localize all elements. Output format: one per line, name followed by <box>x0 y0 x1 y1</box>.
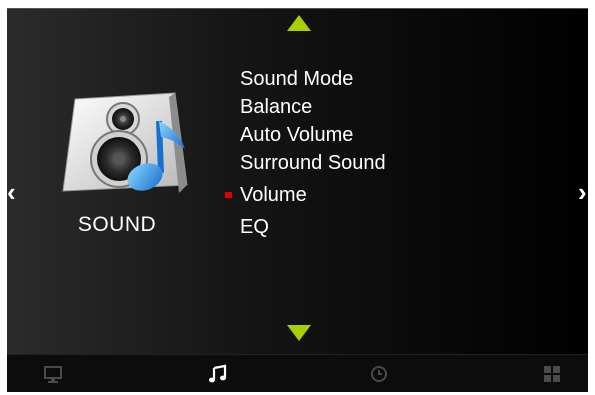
menu-item-volume-label: Volume <box>240 184 307 206</box>
sound-menu-list: Sound Mode Balance Auto Volume Surround … <box>225 65 386 241</box>
menu-item-eq[interactable]: EQ <box>240 213 386 241</box>
scroll-up-arrow-icon[interactable] <box>287 15 311 31</box>
music-note-icon <box>209 364 227 383</box>
scroll-down-arrow-icon[interactable] <box>287 325 311 341</box>
tab-sound[interactable] <box>208 364 228 384</box>
monitor-icon <box>44 366 62 383</box>
tab-setup[interactable] <box>542 364 562 384</box>
menu-item-balance[interactable]: Balance <box>240 93 386 121</box>
previous-page-chevron-icon[interactable]: ‹ <box>7 179 16 205</box>
menu-item-volume[interactable]: Volume <box>225 181 386 209</box>
category-tab-bar <box>7 354 588 392</box>
tab-picture[interactable] <box>43 364 63 384</box>
menu-screen: ‹ › SOUND Sound Mode Balance Auto Volume… <box>7 8 588 355</box>
speaker-music-icon <box>47 87 197 207</box>
selected-marker-icon <box>225 192 232 198</box>
menu-item-auto-volume[interactable]: Auto Volume <box>240 121 386 149</box>
next-page-chevron-icon[interactable]: › <box>578 179 587 205</box>
grid-icon <box>544 366 560 382</box>
menu-title: SOUND <box>77 213 157 236</box>
menu-item-surround-sound[interactable]: Surround Sound <box>240 149 386 177</box>
tab-time[interactable] <box>369 364 389 384</box>
menu-item-sound-mode[interactable]: Sound Mode <box>240 65 386 93</box>
clock-icon <box>371 366 387 382</box>
